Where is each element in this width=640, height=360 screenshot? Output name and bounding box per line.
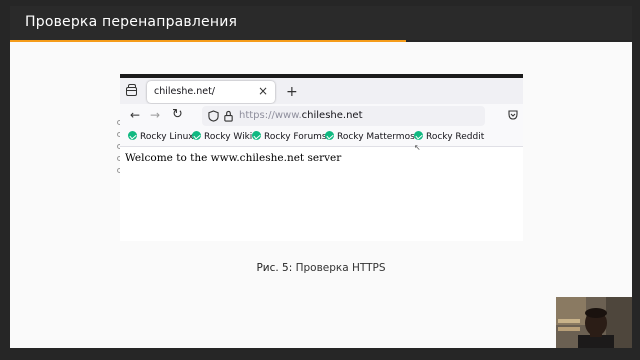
tab-strip: chileshe.net/ × + (120, 78, 523, 104)
bookmark-rocky-wiki[interactable]: Rocky Wiki (192, 131, 252, 142)
address-bar[interactable]: https://www.chileshe.net ☆ (202, 106, 485, 126)
webcam-overlay (556, 297, 632, 348)
shield-icon[interactable] (208, 110, 219, 122)
tab-list-icon[interactable] (126, 84, 137, 96)
rocky-logo-icon (128, 131, 137, 140)
caption-text: Проверка HTTPS (295, 262, 386, 274)
mouse-cursor-icon: ↖ (414, 143, 421, 152)
back-icon[interactable]: ← (130, 108, 140, 122)
bookmark-label: Rocky Wiki (204, 132, 253, 142)
presenter-video-image (556, 297, 632, 348)
lock-icon[interactable] (223, 110, 234, 122)
close-icon[interactable]: × (258, 84, 268, 98)
bookmarks-toolbar: Rocky Linux Rocky Wiki Rocky Forums Rock… (120, 128, 523, 147)
bookmark-label: Rocky Linux (140, 132, 194, 142)
rocky-logo-icon (414, 131, 423, 140)
slide-body: chileshe.net/ × + ← → ↻ https://www.chil… (10, 42, 632, 348)
bookmark-label: Rocky Forums (264, 132, 327, 142)
page-body-text: Welcome to the www.chileshe.net server (125, 152, 342, 164)
tab-title: chileshe.net/ (154, 86, 215, 97)
browser-screenshot: chileshe.net/ × + ← → ↻ https://www.chil… (120, 74, 523, 241)
forward-icon[interactable]: → (150, 108, 160, 122)
url-prefix: https://www. (239, 110, 302, 121)
figure-caption: Рис. 5: Проверка HTTPS (10, 262, 632, 274)
caption-label: Рис. 5: (256, 262, 293, 274)
bookmark-label: Rocky Mattermost (337, 132, 419, 142)
reload-icon[interactable]: ↻ (172, 107, 183, 122)
tab-active[interactable]: chileshe.net/ × (147, 81, 275, 103)
rocky-logo-icon (252, 131, 261, 140)
rocky-logo-icon (325, 131, 334, 140)
bookmark-rocky-reddit[interactable]: Rocky Reddit (414, 131, 484, 142)
bookmark-rocky-forums[interactable]: Rocky Forums (252, 131, 327, 142)
slide-title: Проверка перенаправления (25, 14, 238, 30)
rocky-logo-icon (192, 131, 201, 140)
url-host: chileshe.net (301, 110, 363, 121)
bookmark-label: Rocky Reddit (426, 132, 485, 142)
url-text: https://www.chileshe.net (239, 110, 363, 121)
slide-header: Проверка перенаправления (10, 6, 632, 40)
navigation-bar: ← → ↻ https://www.chileshe.net ☆ (120, 104, 523, 128)
pocket-icon[interactable] (508, 110, 518, 120)
bookmark-rocky-mattermost[interactable]: Rocky Mattermost (325, 131, 418, 142)
new-tab-icon[interactable]: + (286, 84, 298, 100)
bookmark-rocky-linux[interactable]: Rocky Linux (128, 131, 194, 142)
